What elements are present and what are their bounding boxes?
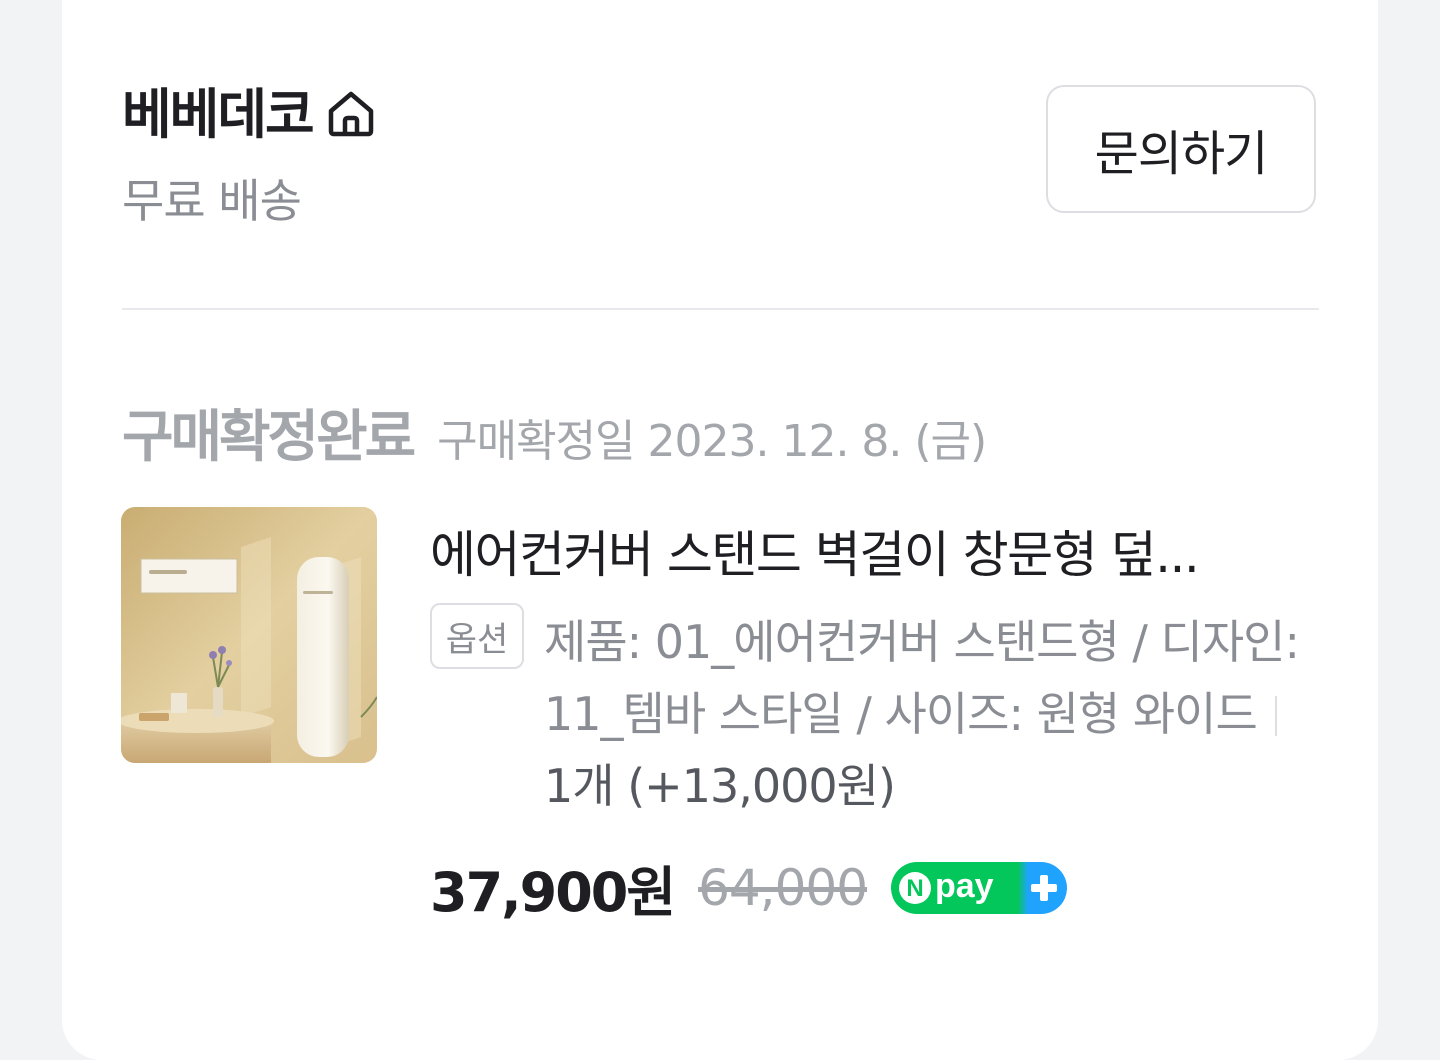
quantity: 1개 (+13,000원) [544,759,896,813]
order-status: 구매확정완료 [122,405,416,470]
divider [122,308,1319,310]
option-details: 제품: 01_에어컨커버 스탠드형 / 디자인: 11_템바 스타일 / 사이즈… [544,606,1314,822]
order-status-row: 구매확정완료 구매확정일 2023. 12. 8. (금) [122,392,987,473]
original-price: 64,000 [698,858,868,917]
product-thumbnail[interactable] [121,507,377,763]
svg-text:N: N [906,875,923,902]
price-row: 37,900원 64,000 N pay [430,848,1068,927]
quantity-separator [1274,696,1277,736]
sale-price: 37,900원 [430,861,676,924]
npay-label: pay [935,867,994,905]
confirm-date: 구매확정일 2023. 12. 8. (금) [437,416,987,467]
home-icon [325,87,377,139]
product-name[interactable]: 에어컨커버 스탠드 벽걸이 창문형 덮... [430,515,1310,587]
inquiry-button[interactable]: 문의하기 [1046,85,1316,213]
option-badge: 옵션 [430,603,524,669]
option-text: 제품: 01_에어컨커버 스탠드형 / 디자인: 11_템바 스타일 / 사이즈… [544,615,1300,741]
store-header[interactable]: 베베데코 [122,70,377,149]
npay-plus-badge: N pay [891,861,1068,914]
store-name[interactable]: 베베데코 [122,70,315,149]
shipping-info: 무료 배송 [122,174,302,228]
